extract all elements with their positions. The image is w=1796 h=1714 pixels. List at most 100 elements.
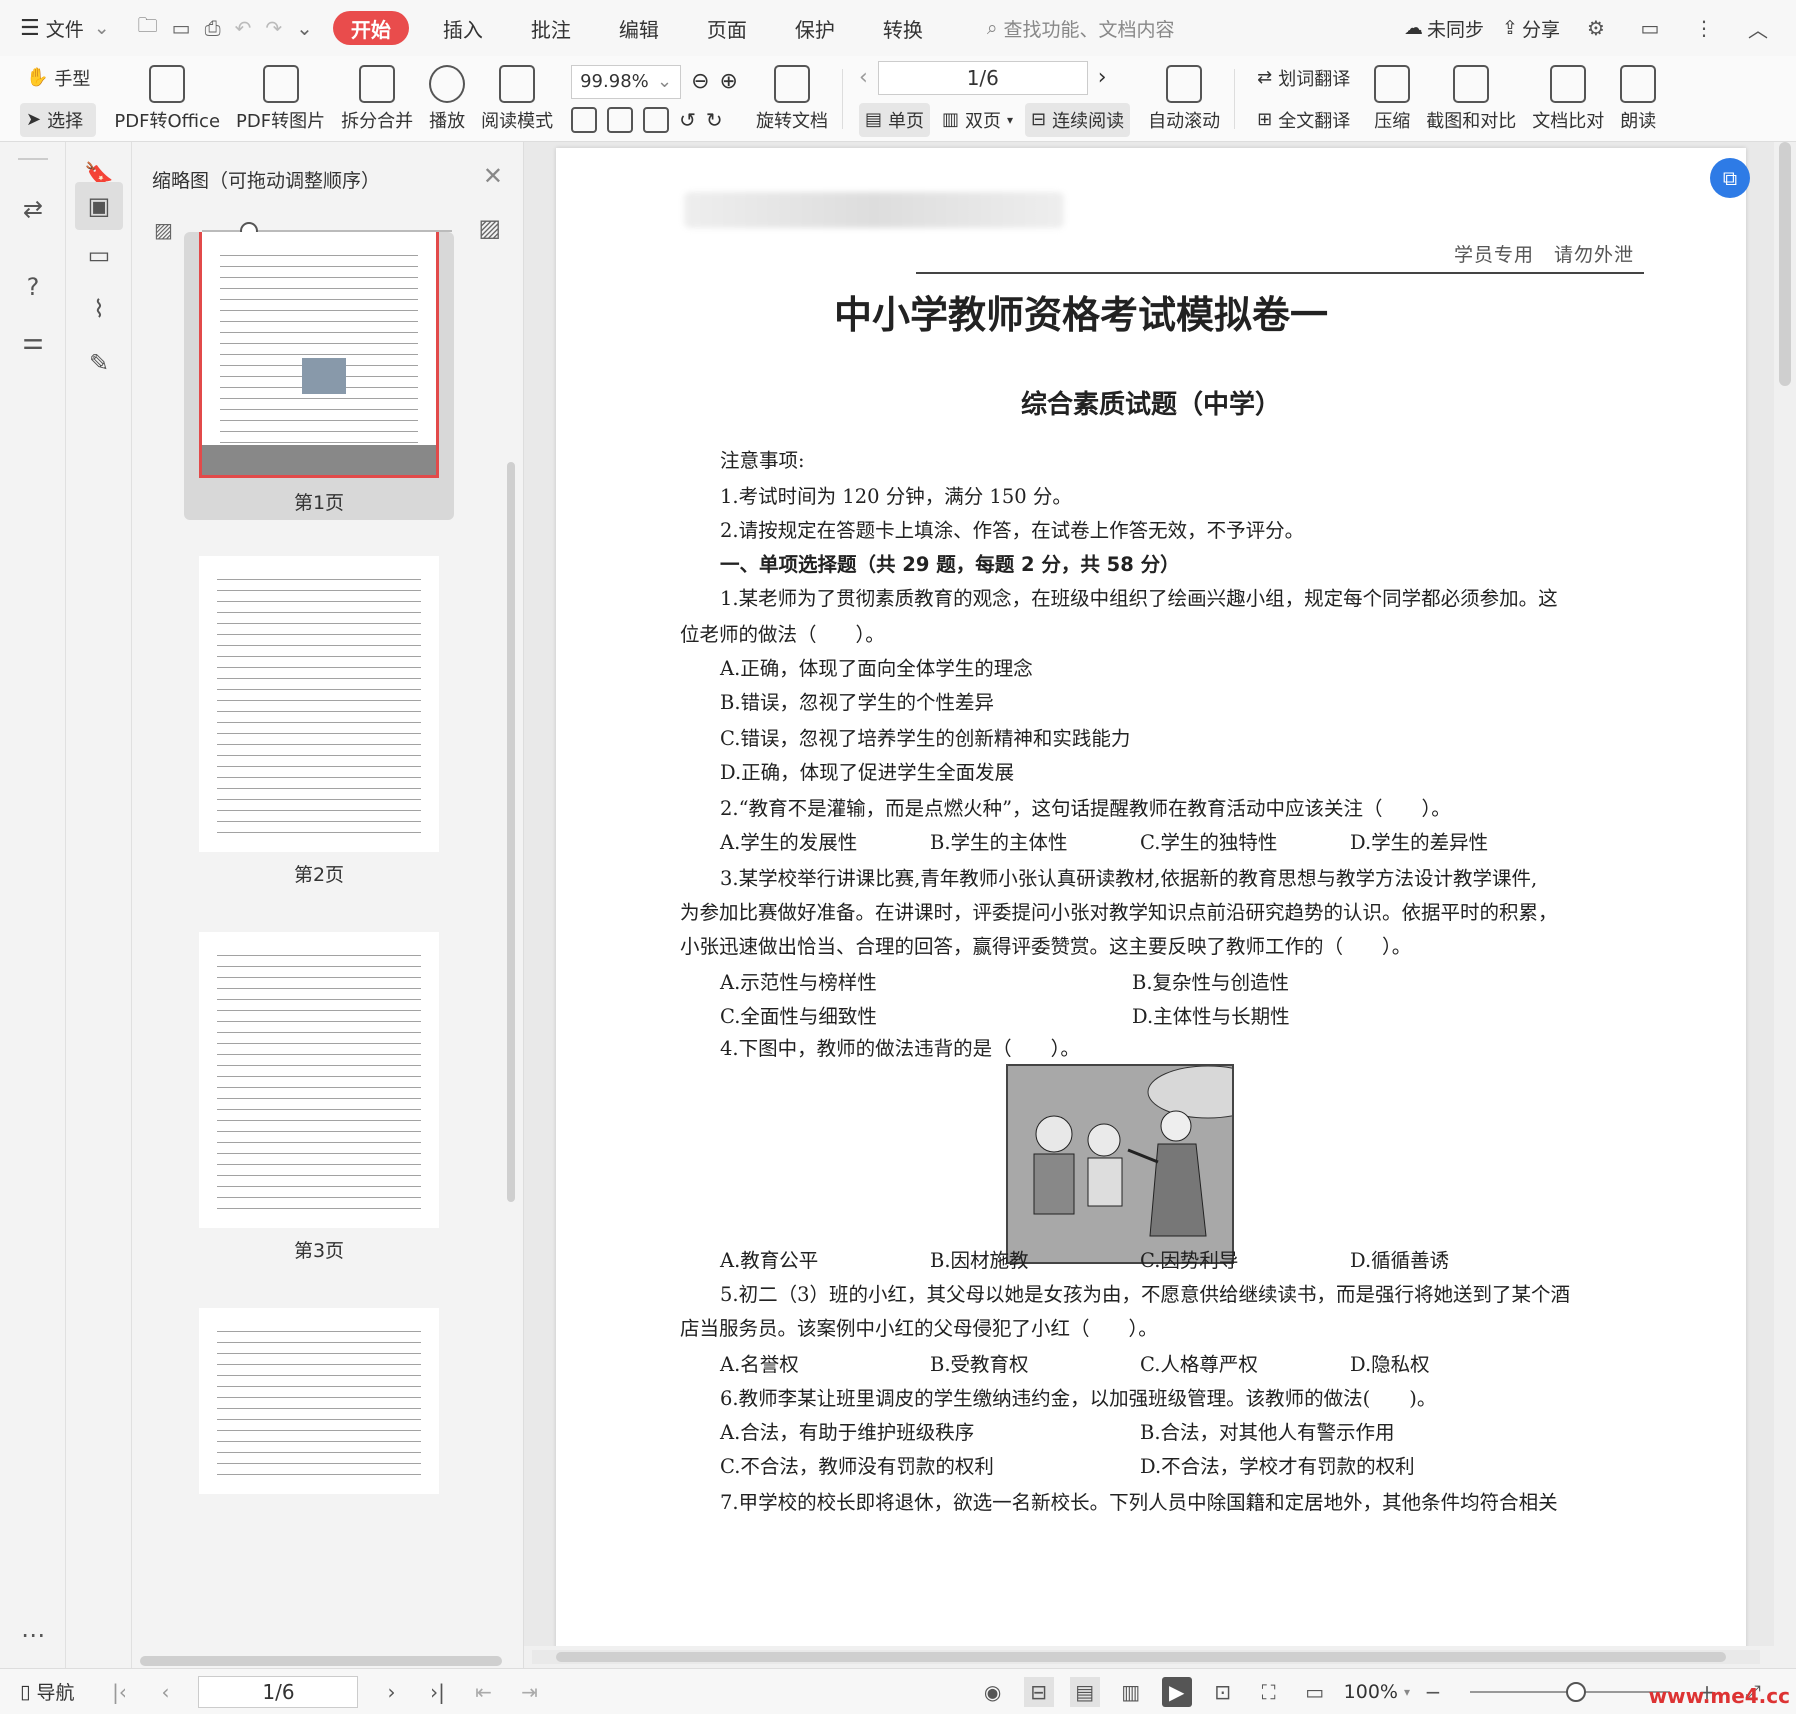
print-icon[interactable]: ⎙ [205, 16, 221, 40]
more-vertical-icon[interactable]: ⋮ [1686, 10, 1722, 46]
customize-icon[interactable]: ⌄ [296, 16, 313, 40]
continuous-read-button[interactable]: ⊟ 连续阅读 [1025, 102, 1131, 137]
double-page-view-icon[interactable]: ▥ [1116, 1677, 1146, 1707]
zoom-slider[interactable] [1470, 1681, 1670, 1702]
page-number-input[interactable]: 1/6 [877, 60, 1088, 95]
message-icon[interactable]: ▭ [1632, 10, 1668, 46]
split-merge-button[interactable]: 拆分合并 [333, 59, 421, 139]
undo-icon[interactable]: ↶ [235, 16, 252, 40]
navigation-toggle[interactable]: ▯ 导航 [20, 1678, 74, 1705]
back-icon[interactable]: ⇤ [468, 1677, 498, 1707]
thumbnail-page-4[interactable] [184, 1294, 454, 1494]
tab-page[interactable]: 页面 [683, 8, 771, 48]
next-page-icon[interactable]: › [1098, 65, 1107, 90]
open-folder-icon[interactable]: 🗀 [138, 11, 158, 45]
fit-width-icon[interactable] [643, 106, 670, 133]
close-icon[interactable]: ✕ [483, 162, 503, 190]
document-viewport[interactable]: 学员专用 请勿外泄 中小学教师资格考试模拟卷一 综合素质试题（中学） 注意事项:… [524, 142, 1774, 1646]
document-subtitle: 综合素质试题（中学） [1020, 390, 1281, 420]
read-aloud-button[interactable]: 朗读 [1612, 59, 1664, 139]
fit-page-icon[interactable]: ⛶ [1254, 1677, 1284, 1707]
forward-icon[interactable]: ⇥ [514, 1677, 544, 1707]
hand-tool-button[interactable]: ✋ 手型 [20, 61, 96, 95]
rotate-left-icon[interactable]: ↺ [679, 108, 696, 132]
left-rail: ⇄ ? ⚌ ⋯ [0, 142, 66, 1668]
file-menu[interactable]: ☰ 文件 ⌄ [0, 8, 120, 48]
thumbnail-page-2[interactable]: 第2页 [184, 542, 454, 896]
last-page-icon[interactable]: ›| [422, 1677, 452, 1707]
compress-button[interactable]: 压缩 [1366, 59, 1418, 139]
pdf-to-image-button[interactable]: PDF转图片 [228, 59, 333, 139]
tab-start[interactable]: 开始 [332, 11, 409, 45]
thumbnail-scrollbar[interactable] [507, 462, 515, 1202]
word-translate-button[interactable]: ⇄ 划词翻译 [1251, 61, 1356, 95]
zoom-out-icon[interactable]: ⊖ [691, 69, 709, 94]
continuous-view-icon[interactable]: ⊟ [1023, 1676, 1054, 1707]
sliders-icon[interactable]: ⚌ [16, 324, 50, 358]
hand-icon: ✋ [26, 67, 49, 88]
double-page-button[interactable]: ▥ 双页 ▾ [936, 103, 1019, 137]
large-image-icon[interactable]: ▨ [478, 214, 501, 242]
save-icon[interactable]: ▭ [172, 16, 191, 40]
zoom-slider-knob[interactable] [1566, 1681, 1586, 1702]
vertical-scroll-thumb[interactable] [1779, 142, 1791, 386]
search-box[interactable]: ⌕ 查找功能、文档内容 [987, 15, 1175, 42]
fit-width-icon[interactable]: ▭ [1300, 1677, 1330, 1707]
eye-protection-icon[interactable]: ◉ [978, 1677, 1008, 1707]
chevron-down-icon[interactable]: ▾ [1404, 1685, 1410, 1699]
next-page-icon[interactable]: › [376, 1677, 406, 1707]
share-button[interactable]: ⇪ 分享 [1502, 15, 1560, 42]
thumbnail-icon[interactable]: ▣ [75, 182, 123, 230]
small-image-icon[interactable]: ▨ [154, 218, 173, 242]
thumbnail-page-3[interactable]: 第3页 [184, 918, 454, 1272]
tab-comment[interactable]: 批注 [507, 8, 595, 48]
tab-insert[interactable]: 插入 [419, 8, 507, 48]
zoom-select[interactable]: 99.98% ⌄ [571, 64, 682, 99]
play-icon[interactable]: ▶ [1161, 1676, 1192, 1707]
prev-page-icon[interactable]: ‹ [150, 1677, 180, 1707]
rotate-doc-button[interactable]: 旋转文档 [748, 59, 836, 139]
zoom-out-icon[interactable]: − [1418, 1677, 1448, 1707]
screenshot-compare-button[interactable]: 截图和对比 [1418, 59, 1524, 139]
attachment-icon[interactable]: ⌇ [82, 292, 116, 326]
tab-convert[interactable]: 转换 [859, 8, 947, 48]
zoom-level[interactable]: 100% [1344, 1681, 1398, 1703]
more-horizontal-icon[interactable]: ⋯ [16, 1618, 50, 1652]
rotate-right-icon[interactable]: ↻ [706, 108, 723, 132]
select-tool-button[interactable]: ➤ 选择 [20, 102, 97, 137]
floating-tools-icon[interactable]: ⧉ [1710, 158, 1750, 198]
collapse-ribbon-icon[interactable]: ︿ [1740, 10, 1776, 46]
first-page-icon[interactable]: |‹ [104, 1677, 134, 1707]
full-translate-button[interactable]: ⊞ 全文翻译 [1251, 103, 1356, 137]
prev-page-icon[interactable]: ‹ [859, 65, 868, 90]
notice-title: 注意事项: [720, 449, 805, 472]
doc-compare-button[interactable]: 文档比对 [1524, 59, 1612, 139]
thumbnail-page-1[interactable]: 第1页 [184, 232, 454, 520]
fit-page-icon[interactable] [607, 106, 634, 133]
pdf-to-office-button[interactable]: PDF转Office [106, 59, 228, 139]
actual-size-icon[interactable] [571, 106, 598, 133]
actual-size-icon[interactable]: ⊡ [1208, 1677, 1238, 1707]
help-icon[interactable]: ? [16, 270, 50, 304]
vertical-scrollbar[interactable] [1774, 142, 1796, 1646]
settings-icon[interactable]: ⚙ [1578, 10, 1614, 46]
horizontal-scrollbar[interactable] [532, 1650, 1760, 1664]
single-page-view-icon[interactable]: ▤ [1069, 1676, 1100, 1707]
split-merge-icon [359, 64, 396, 103]
signature-icon[interactable]: ✎ [82, 346, 116, 380]
read-mode-button[interactable]: 阅读模式 [473, 59, 561, 139]
sync-status[interactable]: ☁ 未同步 [1404, 15, 1484, 42]
horizontal-scroll-thumb[interactable] [556, 1652, 1726, 1662]
play-button[interactable]: 播放 [421, 59, 473, 139]
status-page-input[interactable]: 1/6 [198, 1675, 359, 1708]
thumbnail-label: 第3页 [293, 1240, 345, 1262]
auto-scroll-button[interactable]: 自动滚动 [1140, 59, 1228, 139]
translate-icon[interactable]: ⇄ [16, 192, 50, 226]
tab-protect[interactable]: 保护 [771, 8, 859, 48]
thumbnail-hscrollbar[interactable] [140, 1656, 502, 1666]
redo-icon[interactable]: ↷ [265, 16, 282, 40]
zoom-in-icon[interactable]: ⊕ [720, 69, 738, 94]
tab-edit[interactable]: 编辑 [595, 8, 683, 48]
single-page-button[interactable]: ▤ 单页 [858, 102, 930, 137]
comment-icon[interactable]: ▭ [82, 238, 116, 272]
